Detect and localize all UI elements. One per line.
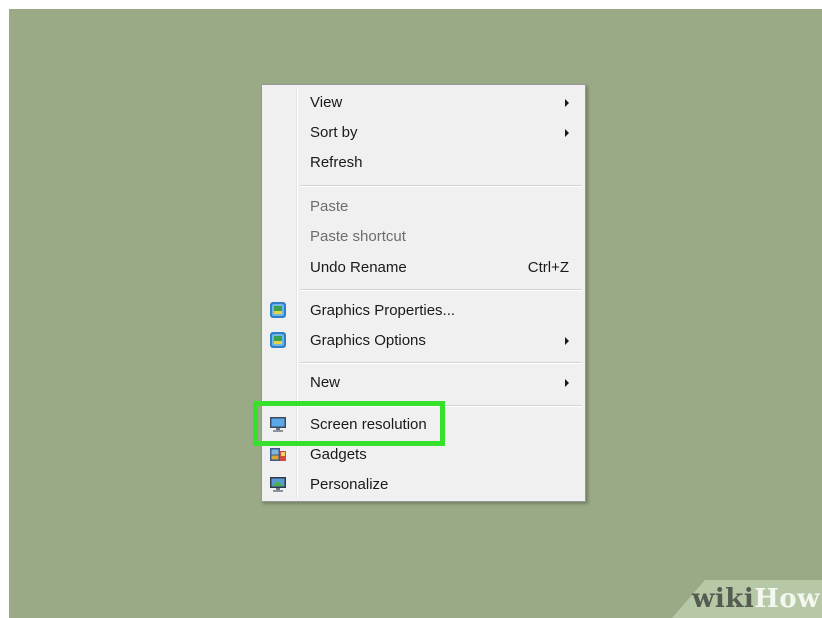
menu-item-personalize[interactable]: Personalize — [264, 469, 583, 499]
submenu-arrow-icon — [565, 337, 569, 345]
menu-item-label: Graphics Properties... — [310, 302, 456, 319]
menu-item-label: New — [310, 374, 341, 391]
menu-separator — [300, 289, 582, 291]
menu-item-label: Paste shortcut — [310, 228, 406, 245]
wikihow-watermark: wikiHow — [672, 580, 822, 618]
intel-graphics-icon — [269, 331, 287, 349]
menu-separator — [300, 185, 582, 187]
menu-item-label: Personalize — [310, 476, 389, 493]
menu-item-refresh[interactable]: Refresh — [264, 147, 583, 177]
menu-item-label: Gadgets — [310, 446, 367, 463]
menu-item-shortcut: Ctrl+Z — [527, 259, 569, 276]
submenu-arrow-icon — [565, 379, 569, 387]
gadgets-icon — [269, 445, 287, 463]
menu-item-label: Paste — [310, 198, 349, 215]
watermark-wiki: wiki — [692, 584, 755, 614]
menu-item-sort-by[interactable]: Sort by — [264, 117, 583, 147]
menu-item-undo-rename[interactable]: Undo Rename Ctrl+Z — [264, 252, 583, 282]
menu-item-label: Graphics Options — [310, 332, 426, 349]
watermark-text: wikiHow — [692, 584, 820, 614]
intel-graphics-icon — [269, 301, 287, 319]
watermark-how: How — [754, 584, 820, 614]
menu-item-new[interactable]: New — [264, 367, 583, 397]
submenu-arrow-icon — [565, 99, 569, 107]
menu-item-paste[interactable]: Paste — [264, 191, 583, 221]
screen-resolution-highlight-box — [253, 401, 445, 446]
menu-item-graphics-properties[interactable]: Graphics Properties... — [264, 295, 583, 325]
menu-item-paste-shortcut[interactable]: Paste shortcut — [264, 221, 583, 251]
menu-item-label: Undo Rename — [310, 259, 407, 276]
submenu-arrow-icon — [565, 129, 569, 137]
menu-item-view[interactable]: View — [264, 87, 583, 117]
menu-item-label: View — [310, 94, 343, 111]
menu-item-graphics-options[interactable]: Graphics Options — [264, 325, 583, 355]
menu-separator — [300, 362, 582, 364]
menu-item-label: Refresh — [310, 154, 363, 171]
menu-item-label: Sort by — [310, 124, 358, 141]
personalize-icon — [269, 475, 287, 493]
